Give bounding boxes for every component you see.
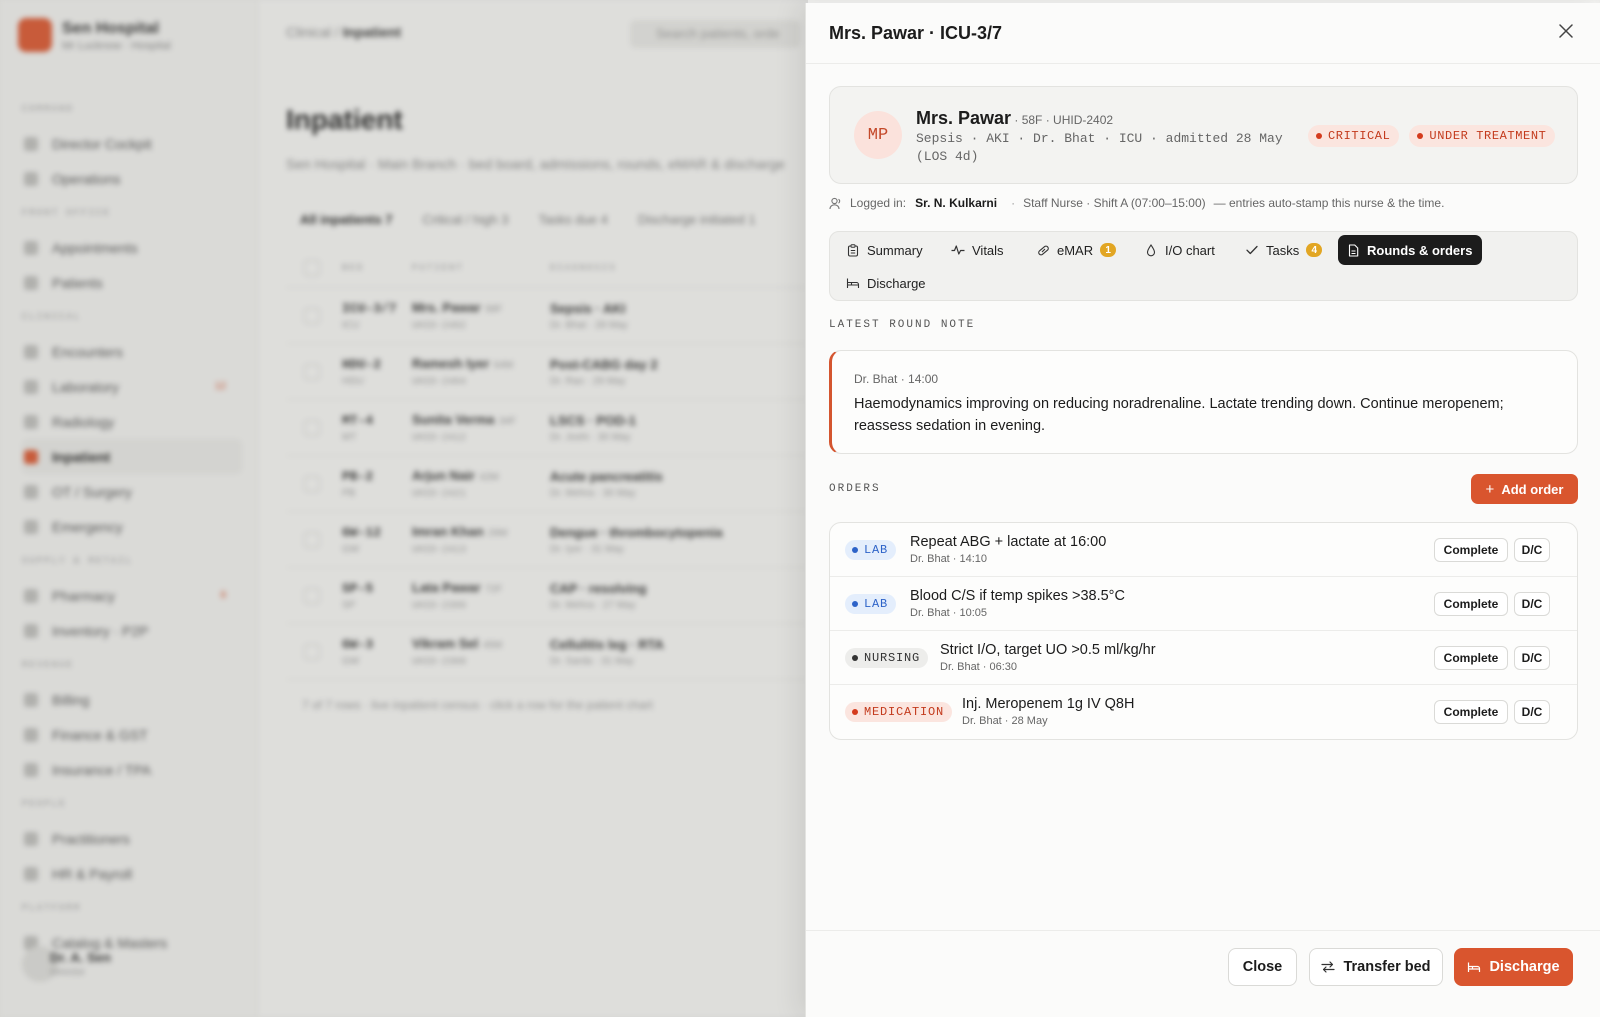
drawer-tabs: Summary Vitals eMAR 1 I/O chart Tasks 4 … bbox=[829, 231, 1578, 301]
patient-card: MP Mrs. Pawar · 58F · UHID-2402 Sepsis ·… bbox=[829, 86, 1578, 184]
tab-label: eMAR bbox=[1057, 242, 1094, 258]
patient-details: Sepsis · AKI · Dr. Bhat · ICU · admitted… bbox=[916, 131, 1283, 164]
list-item: NURSING Strict I/O, target UO >0.5 ml/kg… bbox=[830, 631, 1577, 685]
round-note-card: Dr. Bhat · 14:00 Haemodynamics improving… bbox=[829, 350, 1578, 454]
order-title: Blood C/S if temp spikes >38.5°C bbox=[910, 588, 1125, 604]
transfer-icon bbox=[1321, 961, 1336, 973]
round-note-meta: Dr. Bhat · 14:00 bbox=[854, 372, 939, 386]
list-item: LAB Blood C/S if temp spikes >38.5°C Dr.… bbox=[830, 577, 1577, 631]
tab-io-chart[interactable]: I/O chart bbox=[1136, 235, 1225, 265]
patient-header: Mrs. Pawar · 58F · UHID-2402 bbox=[916, 108, 1113, 129]
tab-vitals[interactable]: Vitals bbox=[943, 235, 1014, 265]
auto-stamp-note: — entries auto-stamp this nurse & the ti… bbox=[1213, 196, 1445, 210]
nurse-role: Staff Nurse · Shift A (07:00–15:00) bbox=[1023, 196, 1206, 210]
tab-emar[interactable]: eMAR 1 bbox=[1028, 235, 1126, 265]
discontinue-button[interactable]: D/C bbox=[1514, 646, 1550, 670]
discharge-label: Discharge bbox=[1489, 959, 1560, 975]
transfer-bed-button[interactable]: Transfer bed bbox=[1309, 948, 1443, 986]
tab-label: Rounds & orders bbox=[1367, 242, 1473, 258]
order-type-badge: MEDICATION bbox=[845, 702, 953, 722]
list-item: LAB Repeat ABG + lactate at 16:00 Dr. Bh… bbox=[830, 523, 1577, 577]
pulse-icon bbox=[951, 243, 965, 257]
tab-label: I/O chart bbox=[1165, 242, 1215, 258]
add-order-button[interactable]: + Add order bbox=[1471, 474, 1578, 504]
transfer-bed-label: Transfer bed bbox=[1343, 959, 1431, 975]
order-meta: Dr. Bhat · 10:05 bbox=[910, 607, 988, 619]
drawer-title: Mrs. Pawar · ICU-3/7 bbox=[829, 23, 1003, 43]
clipboard-icon bbox=[846, 243, 860, 257]
document-icon bbox=[1346, 243, 1360, 257]
status-badge-label: UNDER TREATMENT bbox=[1429, 129, 1547, 143]
count-badge: 4 bbox=[1306, 243, 1323, 257]
list-item: MEDICATION Inj. Meropenem 1g IV Q8H Dr. … bbox=[830, 685, 1577, 739]
close-button[interactable]: Close bbox=[1228, 948, 1297, 986]
tab-rounds-orders[interactable]: Rounds & orders bbox=[1338, 235, 1483, 265]
patient-name: Mrs. Pawar bbox=[916, 108, 1012, 128]
status-tags: CRITICAL UNDER TREATMENT bbox=[1308, 125, 1556, 147]
complete-button[interactable]: Complete bbox=[1434, 592, 1508, 616]
order-type-label: LAB bbox=[864, 597, 889, 611]
orders-list: LAB Repeat ABG + lactate at 16:00 Dr. Bh… bbox=[829, 522, 1578, 740]
complete-button[interactable]: Complete bbox=[1434, 538, 1508, 562]
drawer-footer: Close Transfer bed Discharge bbox=[806, 930, 1600, 1017]
check-icon bbox=[1245, 243, 1259, 257]
droplet-icon bbox=[1144, 243, 1158, 257]
tab-label: Summary bbox=[867, 242, 923, 258]
logged-in-label: Logged in: bbox=[850, 196, 907, 210]
order-type-label: NURSING bbox=[864, 651, 921, 665]
status-badge: UNDER TREATMENT bbox=[1409, 125, 1556, 147]
tab-discharge[interactable]: Discharge bbox=[838, 268, 936, 298]
plus-icon: + bbox=[1485, 480, 1495, 498]
patient-drawer: Mrs. Pawar · ICU-3/7 MP Mrs. Pawar · 58F… bbox=[805, 3, 1600, 1017]
add-order-label: Add order bbox=[1501, 481, 1564, 497]
round-note-text: Haemodynamics improving on reducing nora… bbox=[854, 396, 1504, 434]
close-icon[interactable] bbox=[1554, 19, 1578, 43]
order-meta: Dr. Bhat · 28 May bbox=[962, 715, 1048, 727]
status-badge-label: CRITICAL bbox=[1328, 129, 1391, 143]
complete-button[interactable]: Complete bbox=[1434, 700, 1508, 724]
tab-summary[interactable]: Summary bbox=[838, 235, 933, 265]
discontinue-button[interactable]: D/C bbox=[1514, 538, 1550, 562]
logged-in-bar: Logged in: Sr. N. Kulkarni · Staff Nurse… bbox=[829, 196, 1444, 210]
tab-label: Tasks bbox=[1266, 242, 1300, 258]
order-type-label: MEDICATION bbox=[864, 705, 945, 719]
discharge-button[interactable]: Discharge bbox=[1454, 948, 1573, 986]
order-type-badge: LAB bbox=[845, 540, 897, 560]
order-type-label: LAB bbox=[864, 543, 889, 557]
discontinue-button[interactable]: D/C bbox=[1514, 592, 1550, 616]
order-type-badge: NURSING bbox=[845, 648, 929, 668]
modal-overlay[interactable] bbox=[0, 0, 808, 1017]
order-meta: Dr. Bhat · 14:10 bbox=[910, 553, 988, 565]
status-badge: CRITICAL bbox=[1308, 125, 1400, 147]
section-label-orders: ORDERS bbox=[829, 483, 881, 495]
drawer-header: Mrs. Pawar · ICU-3/7 bbox=[806, 3, 1600, 64]
discontinue-button[interactable]: D/C bbox=[1514, 700, 1550, 724]
bed-icon bbox=[1467, 961, 1481, 973]
user-icon bbox=[829, 197, 842, 210]
complete-button[interactable]: Complete bbox=[1434, 646, 1508, 670]
pill-icon bbox=[1036, 243, 1050, 257]
bed-icon bbox=[846, 276, 860, 290]
order-title: Strict I/O, target UO >0.5 ml/kg/hr bbox=[940, 642, 1156, 658]
order-type-badge: LAB bbox=[845, 594, 897, 614]
tab-label: Vitals bbox=[972, 242, 1004, 258]
tab-label: Discharge bbox=[867, 275, 926, 291]
tab-tasks[interactable]: Tasks 4 bbox=[1237, 235, 1332, 265]
section-label-round-note: LATEST ROUND NOTE bbox=[829, 319, 976, 331]
nurse-name: Sr. N. Kulkarni bbox=[915, 196, 998, 210]
patient-meta: · 58F · UHID-2402 bbox=[1011, 113, 1114, 127]
order-title: Repeat ABG + lactate at 16:00 bbox=[910, 534, 1107, 550]
order-title: Inj. Meropenem 1g IV Q8H bbox=[962, 696, 1135, 712]
order-meta: Dr. Bhat · 06:30 bbox=[940, 661, 1018, 673]
count-badge: 1 bbox=[1100, 243, 1117, 257]
avatar: MP bbox=[854, 111, 902, 159]
